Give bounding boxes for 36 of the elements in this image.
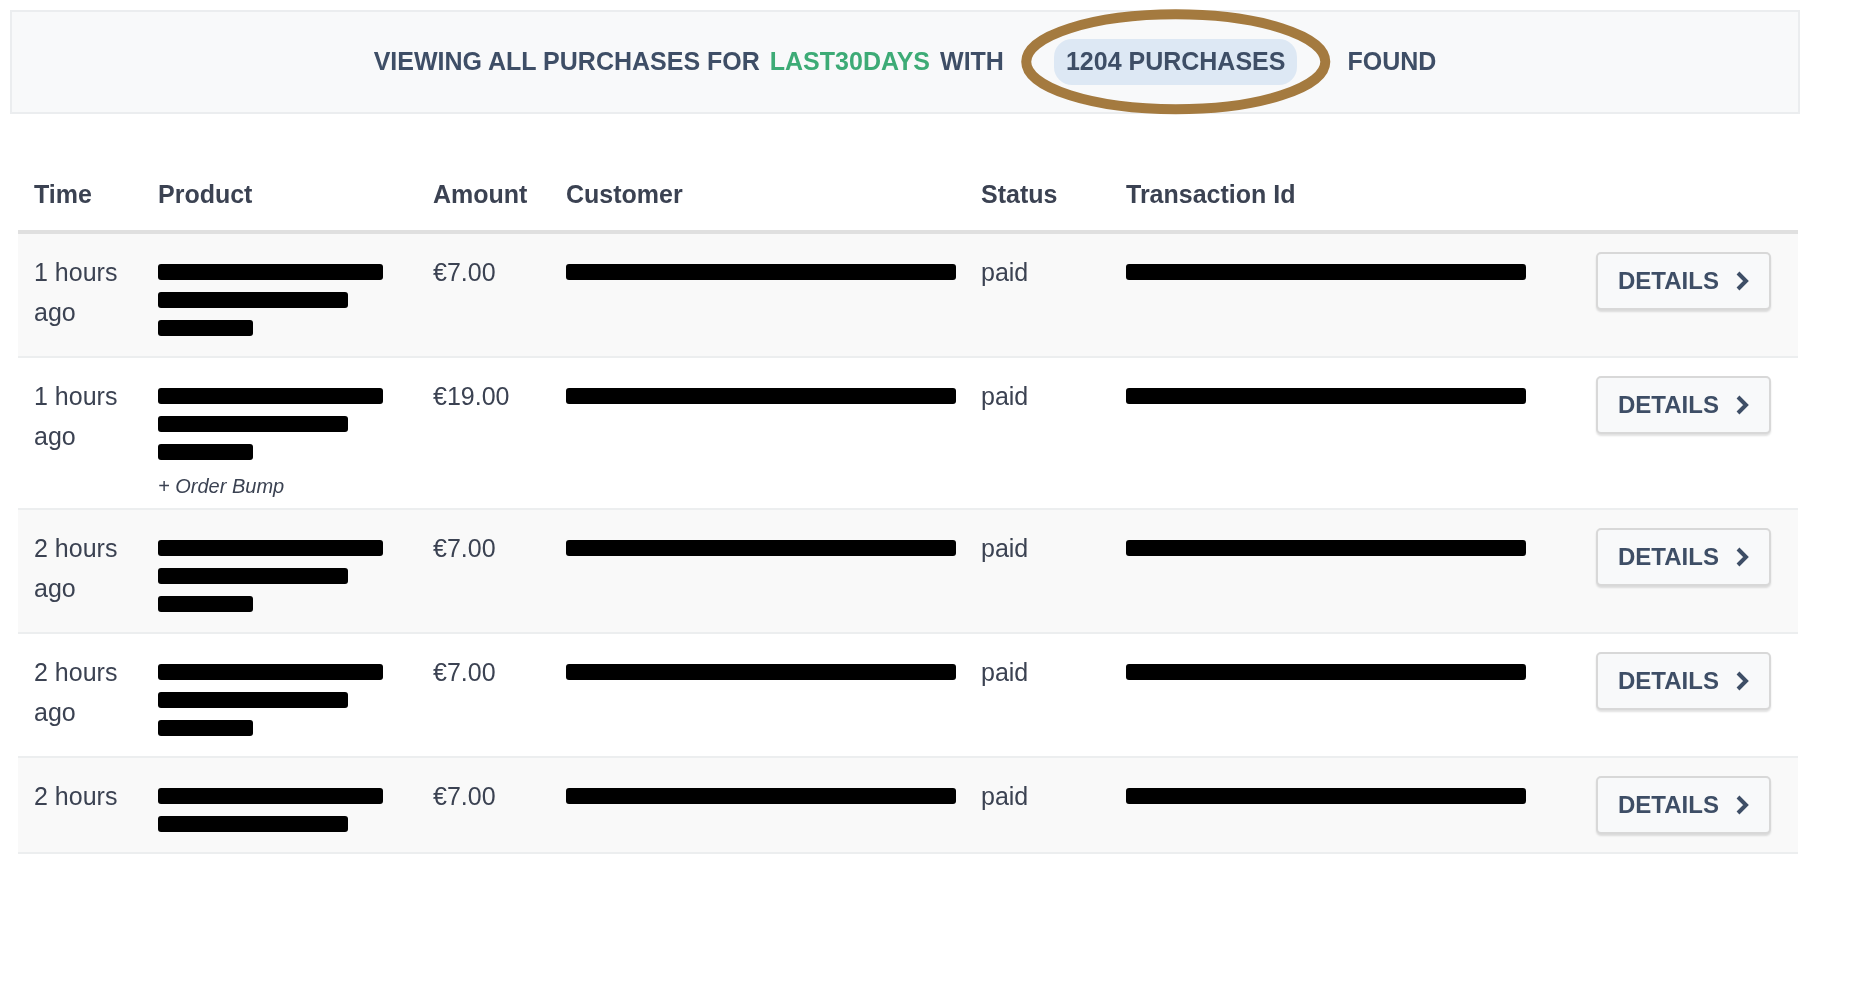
chevron-right-icon — [1734, 793, 1749, 816]
status-text: paid — [981, 257, 1029, 286]
chevron-right-icon — [1734, 669, 1749, 692]
details-button[interactable]: DETAILS — [1596, 527, 1771, 586]
amount-text: €19.00 — [433, 381, 510, 410]
details-button[interactable]: DETAILS — [1596, 775, 1771, 834]
details-button[interactable]: DETAILS — [1596, 375, 1771, 434]
column-header: Product — [157, 179, 254, 210]
chevron-right-icon — [1734, 545, 1749, 568]
chevron-right-icon — [1734, 393, 1749, 416]
status-text: paid — [981, 381, 1029, 410]
chevron-right-icon — [1734, 269, 1749, 292]
status-text: paid — [981, 533, 1029, 562]
amount-text: €7.00 — [433, 257, 496, 286]
order-note: + Order Bump — [158, 473, 286, 499]
column-header: Amount — [432, 179, 529, 210]
time-text: 1 hours ago — [34, 257, 118, 326]
amount-text: €7.00 — [433, 657, 496, 686]
banner-text: FOUND — [1347, 46, 1437, 78]
period-label: LAST30DAYS — [769, 46, 931, 78]
column-header: Status — [980, 179, 1059, 210]
details-button[interactable]: DETAILS — [1596, 651, 1771, 710]
time-text: 2 hours — [34, 781, 118, 810]
status-text: paid — [981, 781, 1029, 810]
banner-text: WITH — [940, 46, 1004, 78]
time-text: 1 hours ago — [34, 381, 118, 450]
details-button[interactable]: DETAILS — [1596, 251, 1771, 310]
status-text: paid — [981, 657, 1029, 686]
amount-text: €7.00 — [433, 781, 496, 810]
banner-text: VIEWING ALL PURCHASES FOR — [373, 46, 760, 78]
column-header: Customer — [565, 179, 684, 210]
amount-text: €7.00 — [433, 533, 496, 562]
column-header: Time — [33, 179, 93, 210]
time-text: 2 hours ago — [34, 657, 118, 726]
time-text: 2 hours ago — [34, 533, 118, 602]
column-header: Transaction Id — [1125, 179, 1297, 210]
